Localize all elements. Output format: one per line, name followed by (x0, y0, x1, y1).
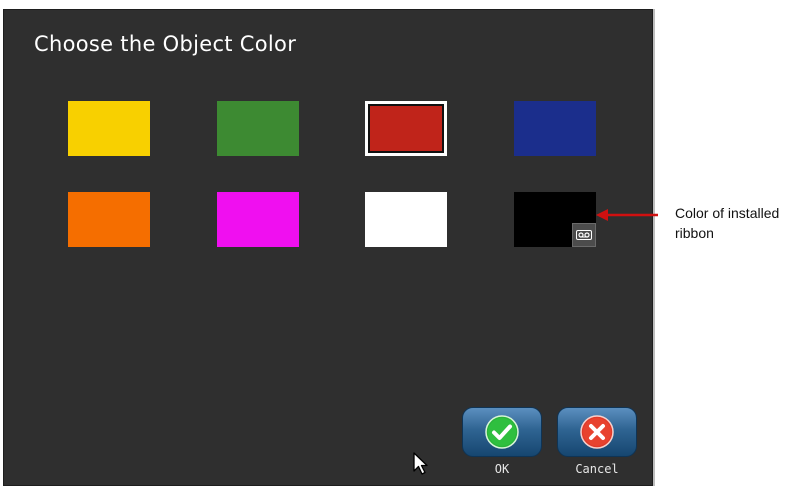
swatch-yellow[interactable] (68, 101, 150, 156)
ok-button[interactable] (462, 407, 542, 457)
swatch-orange[interactable] (68, 192, 150, 247)
swatch-blue[interactable] (514, 101, 596, 156)
swatch-red[interactable] (365, 101, 447, 156)
cancel-label: Cancel (575, 462, 619, 476)
swatch-green[interactable] (217, 101, 299, 156)
x-icon (580, 415, 614, 449)
color-dialog: Choose the Object Color OK Cancel (3, 9, 653, 486)
callout-arrow-icon (596, 209, 658, 221)
ribbon-cassette-icon (572, 223, 596, 247)
swatch-magenta[interactable] (217, 192, 299, 247)
swatch-white[interactable] (365, 192, 447, 247)
dialog-title: Choose the Object Color (34, 32, 297, 56)
cancel-button[interactable] (557, 407, 637, 457)
checkmark-icon (485, 415, 519, 449)
screen-edge (653, 9, 655, 486)
mouse-pointer-icon (413, 452, 428, 475)
callout-label: Color of installed ribbon (675, 205, 780, 241)
ok-label: OK (494, 462, 510, 476)
swatch-black[interactable] (514, 192, 596, 247)
